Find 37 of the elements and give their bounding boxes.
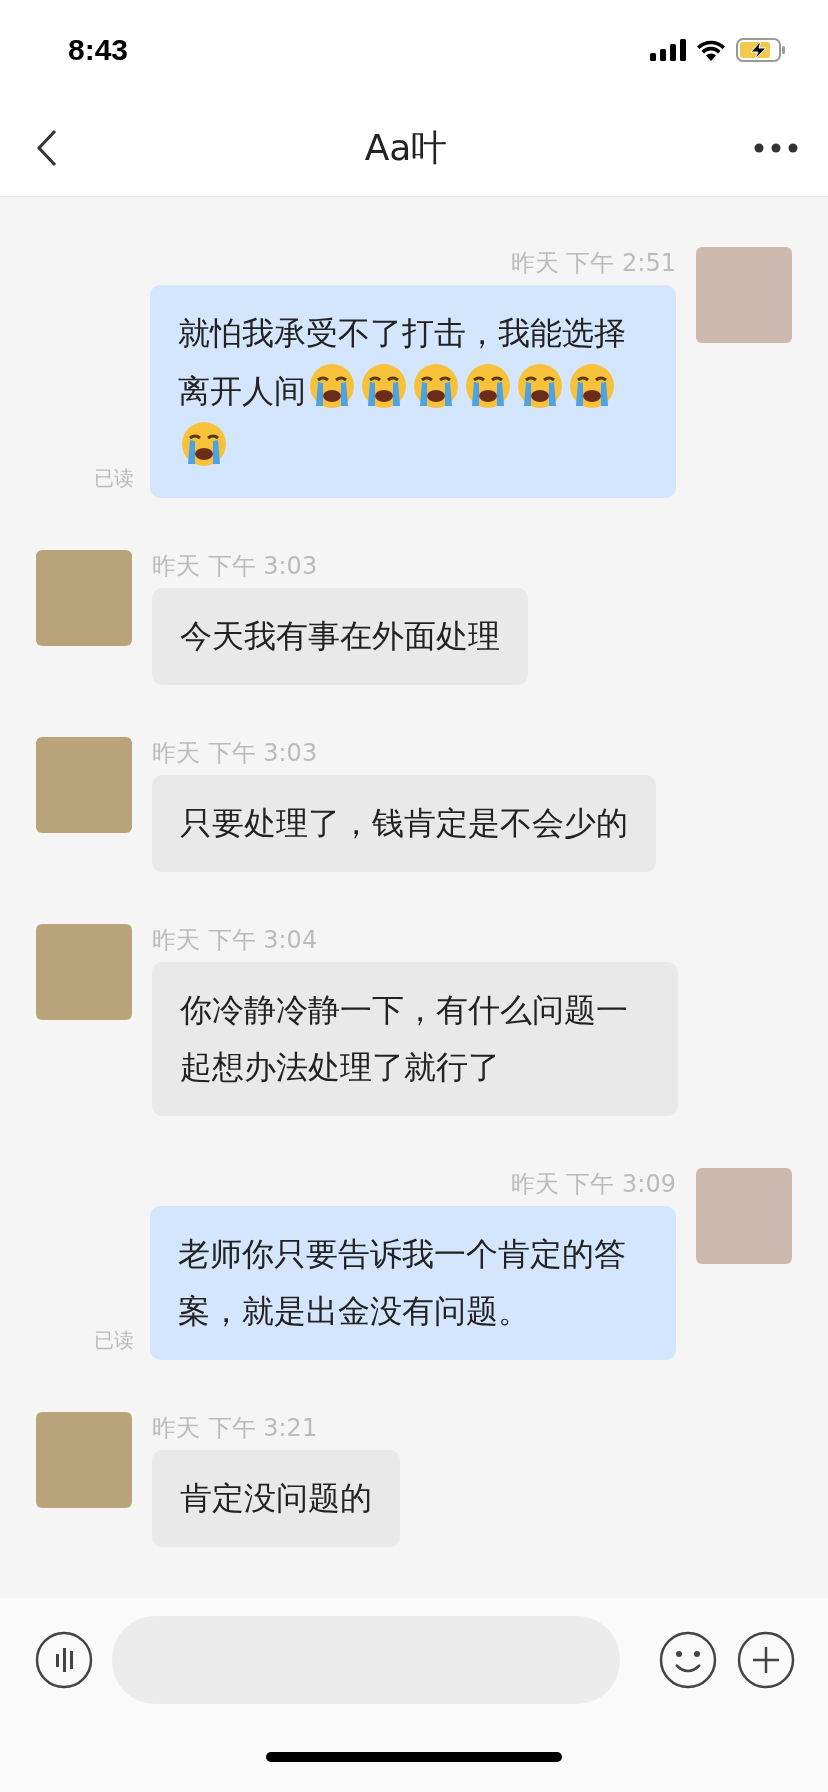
- back-icon[interactable]: [36, 129, 58, 167]
- message-time: 昨天 下午 2:51: [510, 248, 676, 279]
- message-text: 老师你只要告诉我一个肯定的答案，就是出金没有问题。: [150, 1206, 676, 1360]
- message-text: 肯定没问题的: [152, 1450, 400, 1547]
- message-text: 只要处理了，钱肯定是不会少的: [152, 775, 656, 872]
- message-time: 昨天 下午 3:21: [152, 1413, 319, 1444]
- avatar-photo-placeholder[interactable]: [36, 550, 132, 646]
- avatar-photo-placeholder[interactable]: [36, 924, 132, 1020]
- voice-icon[interactable]: [34, 1630, 94, 1690]
- status-time: 8:43: [68, 33, 129, 67]
- message-time: 昨天 下午 3:03: [152, 738, 319, 769]
- message-time: 昨天 下午 3:04: [152, 925, 319, 956]
- message-time: 昨天 下午 3:03: [152, 551, 319, 582]
- avatar-photo-placeholder[interactable]: [36, 737, 132, 833]
- crying-face-icon: [412, 362, 460, 410]
- crying-face-icon: [360, 362, 408, 410]
- avatar-photo-placeholder[interactable]: [36, 1412, 132, 1508]
- signal-icon: [650, 39, 686, 61]
- crying-face-icon: [464, 362, 512, 410]
- avatar-photo-placeholder[interactable]: [696, 247, 792, 343]
- crying-face-icon: [180, 420, 228, 468]
- message-text: 就怕我承受不了打击，我能选择离开人间: [150, 285, 676, 498]
- plus-icon[interactable]: [736, 1630, 796, 1690]
- wifi-icon: [696, 39, 726, 61]
- read-status: 已读: [94, 465, 134, 492]
- chat-title: Aa叶: [364, 125, 448, 170]
- crying-face-icon: [568, 362, 616, 410]
- message-text: 你冷静冷静一下，有什么问题一起想办法处理了就行了: [152, 962, 678, 1116]
- crying-face-icon: [308, 362, 356, 410]
- message-text: 今天我有事在外面处理: [152, 588, 528, 685]
- more-icon[interactable]: [754, 143, 798, 153]
- crying-face-icon: [516, 362, 564, 410]
- emoji-icon[interactable]: [658, 1630, 718, 1690]
- battery-charging-icon: [736, 38, 786, 62]
- read-status: 已读: [94, 1327, 134, 1354]
- message-time: 昨天 下午 3:09: [510, 1169, 676, 1200]
- avatar-photo-placeholder[interactable]: [696, 1168, 792, 1264]
